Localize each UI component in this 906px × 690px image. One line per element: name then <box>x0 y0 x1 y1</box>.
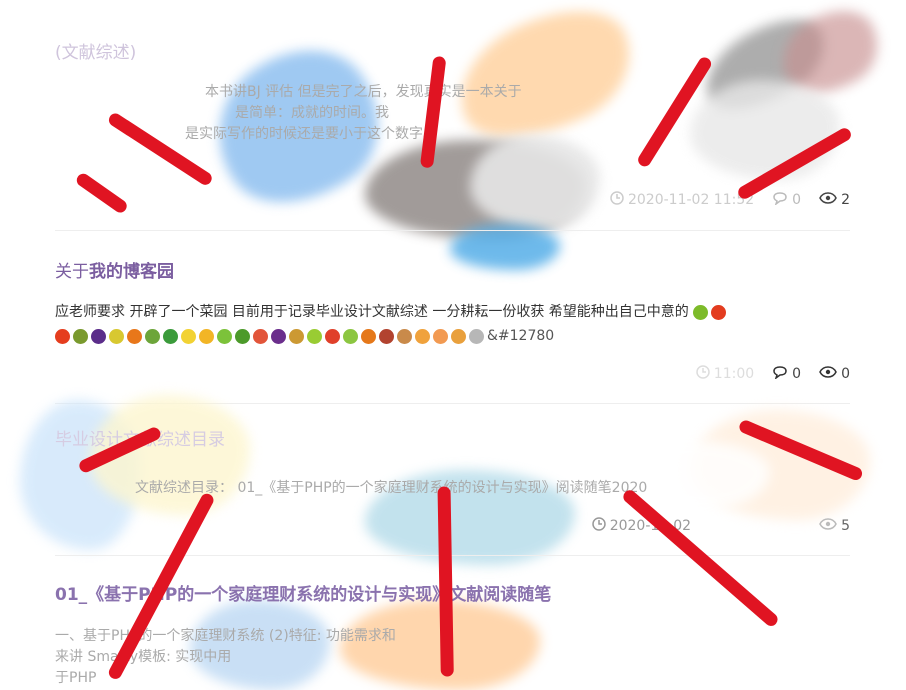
post-title[interactable]: 关于我的博客园 <box>55 257 850 282</box>
fruit-emoji <box>289 328 304 344</box>
post-excerpt-line: 本书讲BJ 评估 但是完了之后，发现真实是一本关于 <box>205 84 522 100</box>
fruit-emoji <box>127 328 142 344</box>
post-title[interactable]: 毕业设计文献综述目录 <box>55 425 850 450</box>
fruit-emoji <box>711 304 727 320</box>
post-divider <box>55 230 850 231</box>
post-title-rest: 我的博客园 <box>89 262 174 282</box>
fruit-emoji <box>361 328 376 344</box>
fruit-emoji <box>271 328 286 344</box>
eye-icon <box>819 517 837 535</box>
fruit-emoji <box>181 328 196 344</box>
view-count: 2 <box>841 192 850 208</box>
comment-count: 0 <box>792 192 802 208</box>
post-title[interactable]: (文献综述) <box>55 38 850 63</box>
post-excerpt-line: 是简单：成就的时间。我 <box>235 105 389 121</box>
white-paint-blob <box>470 135 600 230</box>
comment-count: 0 <box>792 366 802 382</box>
fruit-emoji <box>145 328 160 344</box>
view-count: 0 <box>841 366 850 382</box>
post-title-prefix: 关于 <box>55 262 89 282</box>
fruit-emoji <box>253 328 268 344</box>
post-excerpt-line: 是实际写作的时候还是要小于这个数字。 <box>185 126 437 142</box>
fruit-emoji <box>343 328 358 344</box>
fruit-emoji <box>379 328 394 344</box>
fruit-emoji-row <box>55 328 487 344</box>
fruit-emoji <box>235 328 250 344</box>
fruit-emoji <box>325 328 340 344</box>
html-entity-text: &#12780 <box>487 328 555 344</box>
post-date: 11:00 <box>713 366 755 382</box>
fruit-emoji <box>397 328 412 344</box>
clock-icon <box>610 191 624 209</box>
comment-icon <box>772 365 788 383</box>
comment-icon <box>772 191 788 209</box>
fruit-emoji <box>415 328 430 344</box>
fruit-emoji <box>469 328 484 344</box>
fruit-emoji <box>433 328 448 344</box>
eye-icon <box>819 365 837 383</box>
eye-icon <box>819 191 837 209</box>
fruit-emoji <box>307 328 322 344</box>
fruit-emoji <box>91 328 106 344</box>
fruit-emoji <box>109 328 124 344</box>
post-excerpt-text: 应老师要求 开辟了一个菜园 目前用于记录毕业设计文献综述 一分耕耘一份收获 希望… <box>55 304 689 320</box>
clock-icon <box>696 365 710 383</box>
clock-icon <box>591 517 606 535</box>
red-burst-stroke <box>74 171 130 216</box>
fruit-emoji <box>451 328 466 344</box>
fruit-emoji <box>73 328 88 344</box>
fruit-emoji <box>199 328 214 344</box>
post-excerpt: 应老师要求 开辟了一个菜园 目前用于记录毕业设计文献综述 一分耕耘一份收获 希望… <box>55 300 850 348</box>
post-date: 2020-11-02 11:52 <box>627 192 755 208</box>
fruit-emoji <box>693 304 709 320</box>
post-excerpt: 文献综述目录： 01_《基于PHP的一个家庭理财系统的设计与实现》阅读随笔202… <box>135 480 648 496</box>
fruit-emoji <box>55 328 70 344</box>
view-count: 5 <box>841 518 850 534</box>
fruit-emoji <box>163 328 178 344</box>
fruit-emoji <box>217 328 232 344</box>
